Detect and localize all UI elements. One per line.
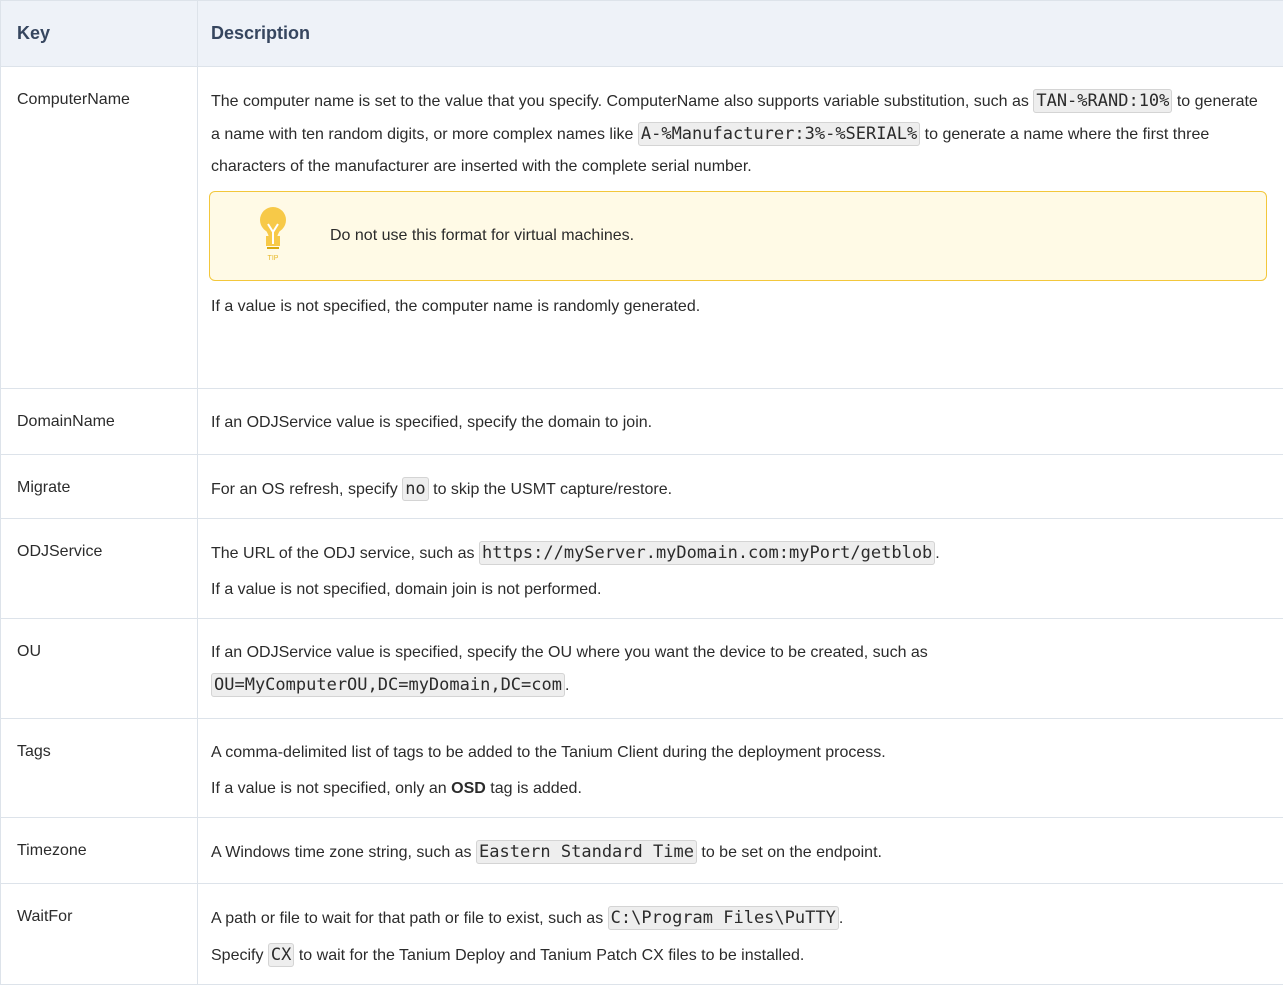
table-row: ODJService The URL of the ODJ service, s… [1,519,1283,619]
row-description: If an ODJService value is specified, spe… [198,619,1283,719]
text: For an OS refresh, specify [211,481,402,498]
table-header-row: Key Description [1,1,1283,67]
row-description: A comma-delimited list of tags to be add… [198,719,1283,818]
row-key: DomainName [1,389,198,455]
text: If an ODJService value is specified, spe… [211,644,928,661]
row-description: A Windows time zone string, such as East… [198,818,1283,884]
description-paragraph: If a value is not specified, the compute… [211,291,1267,323]
text: . [935,545,939,562]
description-paragraph: A path or file to wait for that path or … [211,902,1267,935]
code-snippet: C:\Program Files\PuTTY [608,906,839,930]
table-row: Migrate For an OS refresh, specify no to… [1,455,1283,519]
row-key: OU [1,619,198,719]
table-row: OU If an ODJService value is specified, … [1,619,1283,719]
text: The computer name is set to the value th… [211,93,1033,110]
text: Specify [211,947,268,964]
text: . [839,910,843,927]
tip-label: TIP [268,255,279,262]
code-snippet: Eastern Standard Time [476,840,697,864]
text: If a value is not specified, only an [211,780,451,797]
text: A path or file to wait for that path or … [211,910,608,927]
code-snippet: no [402,477,428,501]
row-key: ODJService [1,519,198,619]
text: to be set on the endpoint. [697,844,882,861]
description-paragraph: If a value is not specified, domain join… [211,574,1267,606]
text: tag is added. [486,780,582,797]
row-key: Migrate [1,455,198,519]
description-paragraph: A Windows time zone string, such as East… [211,836,1267,869]
table-row: DomainName If an ODJService value is spe… [1,389,1283,455]
description-paragraph: If an ODJService value is specified, spe… [211,407,1267,439]
row-description: A path or file to wait for that path or … [198,884,1283,985]
row-description: If an ODJService value is specified, spe… [198,389,1283,455]
row-key: WaitFor [1,884,198,985]
description-paragraph: For an OS refresh, specify no to skip th… [211,473,1267,506]
code-snippet: OU=MyComputerOU,DC=myDomain,DC=com [211,673,565,697]
row-key: Timezone [1,818,198,884]
code-snippet: A-%Manufacturer:3%-%SERIAL% [638,122,920,146]
header-description: Description [198,1,1283,67]
text: to wait for the Tanium Deploy and Tanium… [294,947,804,964]
lightbulb-icon: TIP [258,206,288,262]
table-row: Timezone A Windows time zone string, suc… [1,818,1283,884]
row-key: Tags [1,719,198,818]
description-paragraph: Specify CX to wait for the Tanium Deploy… [211,939,1267,972]
description-paragraph: The URL of the ODJ service, such as http… [211,537,1267,570]
text: to skip the USMT capture/restore. [429,481,672,498]
parameters-table: Key Description ComputerName The compute… [0,0,1283,985]
text: . [565,677,569,694]
table-row: WaitFor A path or file to wait for that … [1,884,1283,985]
text: A Windows time zone string, such as [211,844,476,861]
description-paragraph: A comma-delimited list of tags to be add… [211,737,1267,769]
parameters-table-container: Key Description ComputerName The compute… [0,0,1283,985]
table-row: ComputerName The computer name is set to… [1,67,1283,389]
row-description: The computer name is set to the value th… [198,67,1283,389]
text: The URL of the ODJ service, such as [211,545,479,562]
description-paragraph: If a value is not specified, only an OSD… [211,773,1267,805]
description-paragraph: If an ODJService value is specified, spe… [211,637,1267,702]
header-key: Key [1,1,198,67]
code-snippet: TAN-%RAND:10% [1033,89,1172,113]
code-snippet: https://myServer.myDomain.com:myPort/get… [479,541,935,565]
description-paragraph: The computer name is set to the value th… [211,85,1267,183]
row-description: For an OS refresh, specify no to skip th… [198,455,1283,519]
bold-text: OSD [451,780,486,797]
row-key: ComputerName [1,67,198,389]
tip-callout: TIP Do not use this format for virtual m… [209,191,1267,281]
row-description: The URL of the ODJ service, such as http… [198,519,1283,619]
code-snippet: CX [268,943,294,967]
table-row: Tags A comma-delimited list of tags to b… [1,719,1283,818]
tip-text: Do not use this format for virtual machi… [330,220,634,252]
